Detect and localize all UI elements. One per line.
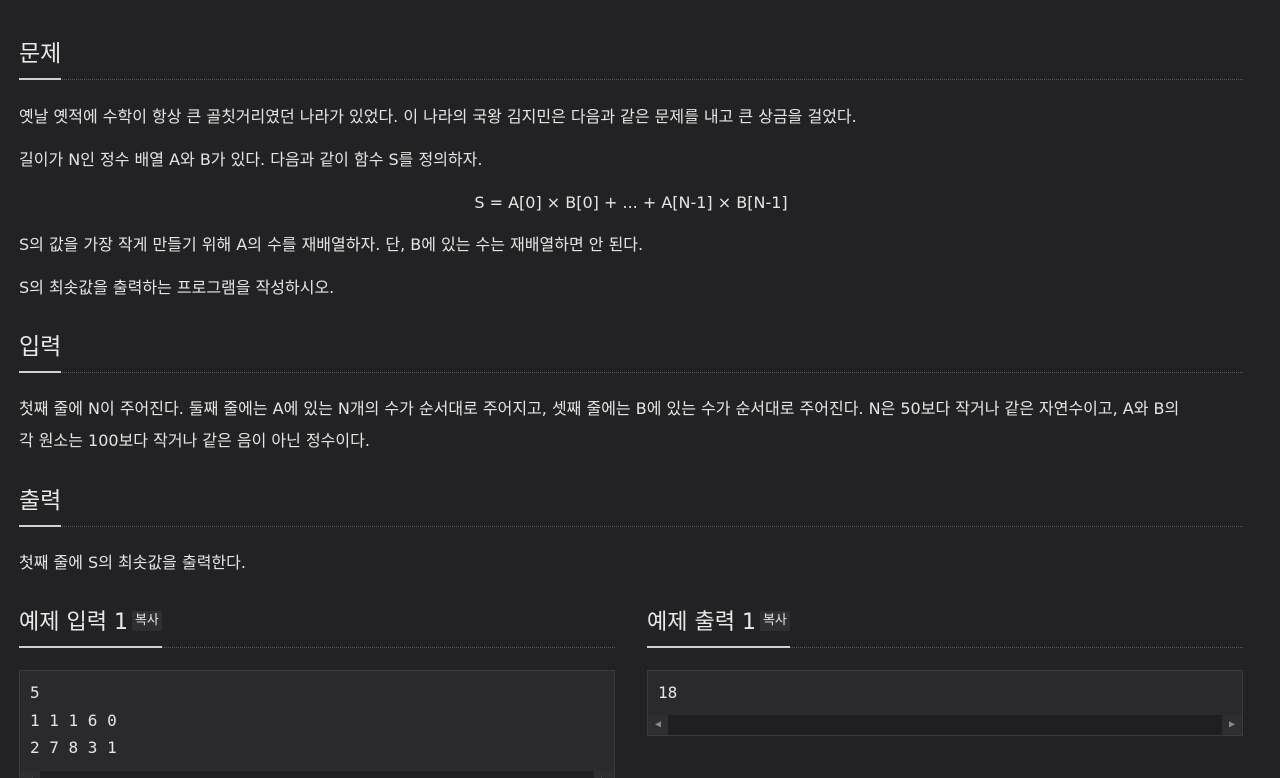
output-description: 첫째 줄에 S의 최솟값을 출력한다.: [19, 553, 246, 572]
sample-input-copy-button[interactable]: 복사: [131, 611, 162, 631]
sample-output-title: 예제 출력 1: [647, 610, 756, 635]
problem-paragraph-3: S의 값을 가장 작게 만들기 위해 A의 수를 재배열하자. 단, B에 있는…: [19, 235, 644, 254]
sample-output-header: 예제 출력 1 복사: [647, 604, 1243, 648]
sample-input-line: 1 1 1 6 0: [30, 710, 117, 730]
scroll-left-icon[interactable]: ◀: [20, 771, 40, 778]
sample-output-line: 18: [658, 683, 678, 702]
sample-input-lines: 5 1 1 1 6 0 2 7 8 3 1: [30, 679, 117, 762]
sample-input-title: 예제 입력 1: [19, 610, 128, 635]
sample-input-line: 2 7 8 3 1: [30, 738, 117, 757]
problem-section-header: 문제: [19, 34, 1243, 80]
sample-input-scrollbar[interactable]: ◀ ▶: [20, 771, 614, 778]
sample-output-box[interactable]: 18 ◀ ▶: [647, 670, 1243, 736]
sample-output-column: 예제 출력 1 복사: [647, 604, 1243, 648]
sample-output-lines: 18: [658, 679, 677, 707]
sample-input-column: 예제 입력 1 복사: [19, 604, 615, 648]
input-heading: 입력: [19, 327, 62, 373]
output-heading: 출력: [19, 481, 62, 527]
input-section-header: 입력: [19, 327, 1243, 373]
sample-input-line: 5: [30, 683, 40, 702]
sample-output-heading: 예제 출력 1 복사: [647, 604, 790, 648]
sample-input-box[interactable]: 5 1 1 1 6 0 2 7 8 3 1 ◀ ▶: [19, 670, 615, 778]
output-section-header: 출력: [19, 481, 1243, 527]
scroll-right-icon[interactable]: ▶: [594, 771, 614, 778]
problem-paragraph-1: 옛날 옛적에 수학이 항상 큰 골칫거리였던 나라가 있었다. 이 나라의 국왕…: [19, 107, 857, 126]
problem-paragraph-2: 길이가 N인 정수 배열 A와 B가 있다. 다음과 같이 함수 S를 정의하자…: [19, 150, 483, 169]
sample-input-header: 예제 입력 1 복사: [19, 604, 615, 648]
input-description-line-2: 각 원소는 100보다 작거나 같은 음이 아닌 정수이다.: [19, 431, 370, 450]
input-description-line-1: 첫째 줄에 N이 주어진다. 둘째 줄에는 A에 있는 N개의 수가 순서대로 …: [19, 399, 1180, 418]
sample-input-heading: 예제 입력 1 복사: [19, 604, 162, 648]
problem-formula: S = A[0] × B[0] + ... + A[N-1] × B[N-1]: [474, 193, 788, 212]
problem-heading: 문제: [19, 34, 62, 80]
problem-paragraph-4: S의 최솟값을 출력하는 프로그램을 작성하시오.: [19, 278, 335, 297]
problem-page: 문제 옛날 옛적에 수학이 항상 큰 골칫거리였던 나라가 있었다. 이 나라의…: [0, 0, 1280, 778]
scroll-right-icon[interactable]: ▶: [1222, 715, 1242, 735]
sample-output-scrollbar[interactable]: ◀ ▶: [648, 715, 1242, 735]
sample-output-copy-button[interactable]: 복사: [759, 611, 790, 631]
scroll-left-icon[interactable]: ◀: [648, 715, 668, 735]
